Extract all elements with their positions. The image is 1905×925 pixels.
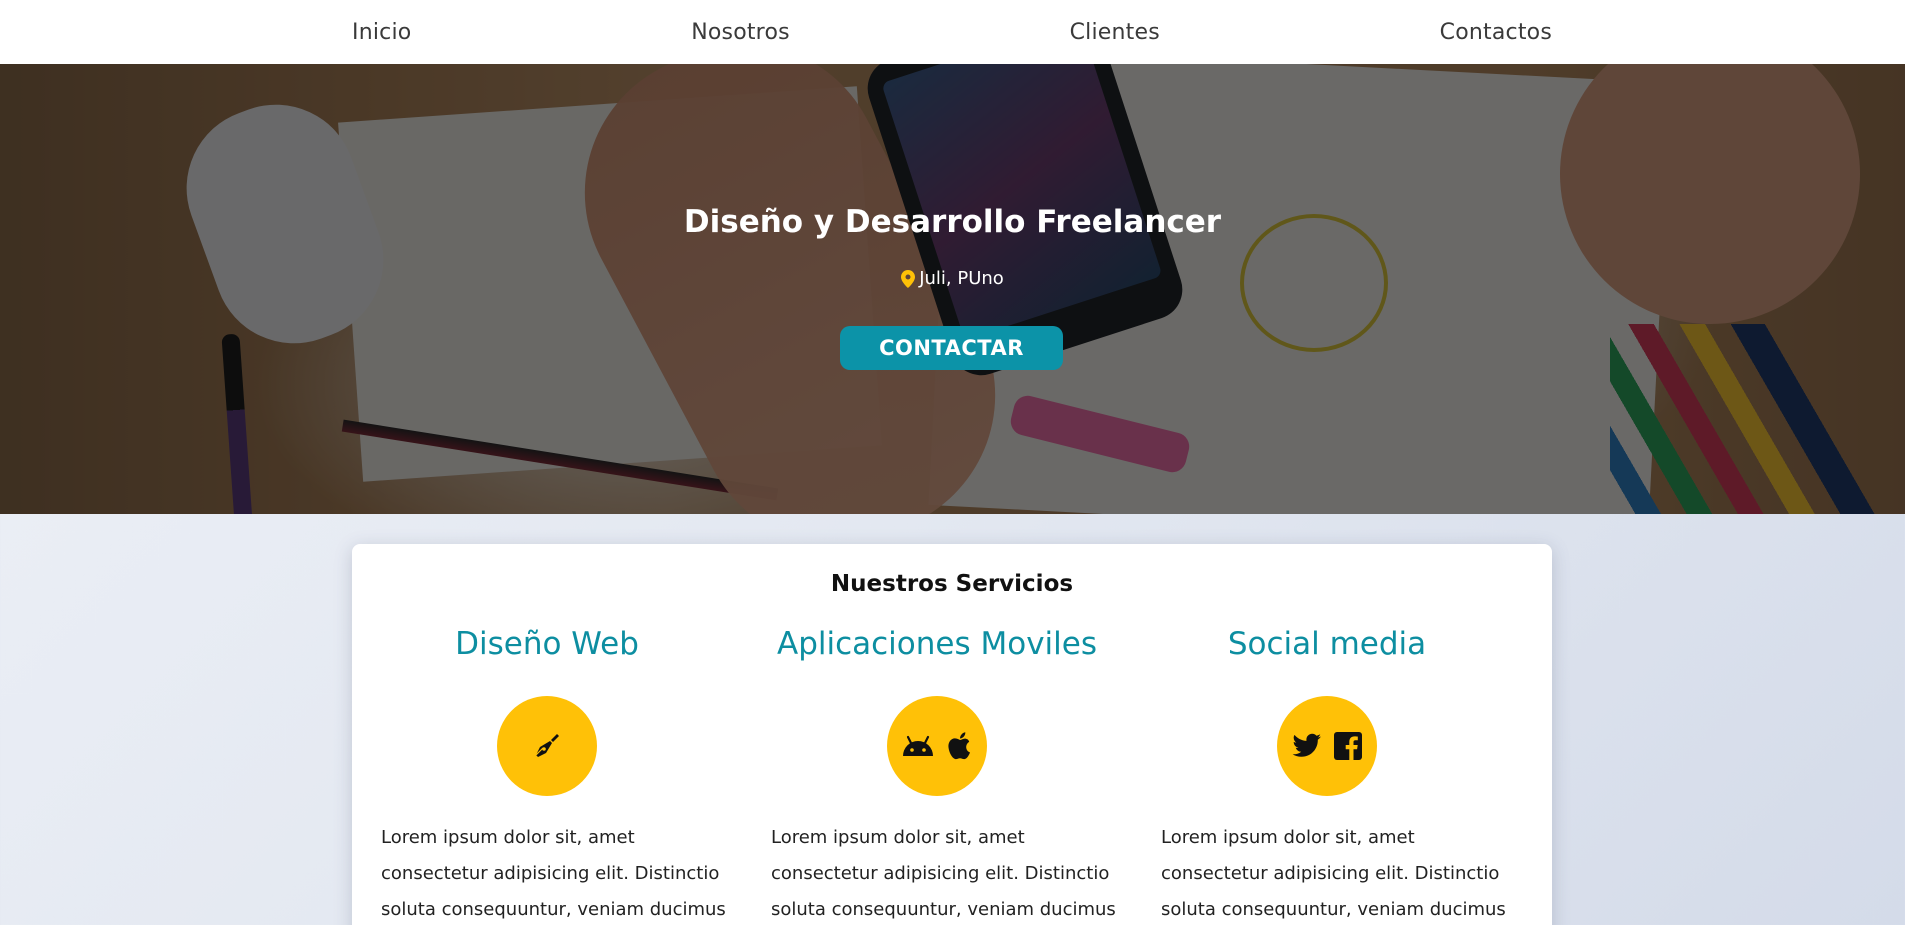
service-description: Lorem ipsum dolor sit, amet consectetur … <box>771 827 1116 920</box>
hero-section: Diseño y Desarrollo Freelancer Juli, PUn… <box>0 64 1905 514</box>
service-icon-circle <box>497 696 597 796</box>
services-card: Nuestros Servicios Diseño Web Lorem ipsu… <box>352 544 1552 925</box>
service-social-media: Social media Lorem ipsum dolor sit, amet… <box>1132 624 1522 925</box>
service-icon-circle <box>887 696 987 796</box>
service-description: Lorem ipsum dolor sit, amet consectetur … <box>1161 827 1506 920</box>
service-heading: Social media <box>1227 626 1427 662</box>
hero-title: Diseño y Desarrollo Freelancer <box>683 204 1222 240</box>
top-navbar: Inicio Nosotros Clientes Contactos <box>0 0 1905 65</box>
service-web-design: Diseño Web Lorem ipsum dolor sit, amet c… <box>352 624 742 925</box>
nav-link-inicio[interactable]: Inicio <box>352 20 411 45</box>
service-mobile-apps: Aplicaciones Moviles Lorem ipsum dolor s… <box>742 624 1132 925</box>
hero-content: Diseño y Desarrollo Freelancer Juli, PUn… <box>0 64 1905 514</box>
contact-button[interactable]: CONTACTAR <box>840 326 1063 370</box>
facebook-icon <box>1334 732 1362 760</box>
service-heading: Aplicaciones Moviles <box>776 626 1097 662</box>
nav-link-clientes[interactable]: Clientes <box>1070 20 1160 45</box>
nav-links: Inicio Nosotros Clientes Contactos <box>352 0 1552 64</box>
nav-link-contactos[interactable]: Contactos <box>1440 20 1552 45</box>
hero-location: Juli, PUno <box>0 268 1905 289</box>
apple-icon <box>947 731 973 761</box>
service-heading: Diseño Web <box>455 626 639 662</box>
android-icon <box>901 734 935 758</box>
hero-location-text: Juli, PUno <box>919 268 1004 289</box>
service-icon-circle <box>1277 696 1377 796</box>
service-description: Lorem ipsum dolor sit, amet consectetur … <box>381 827 726 920</box>
nav-link-nosotros[interactable]: Nosotros <box>691 20 790 45</box>
services-title: Nuestros Servicios <box>830 571 1074 597</box>
pen-nib-icon <box>531 730 563 762</box>
twitter-icon <box>1292 733 1322 759</box>
map-pin-icon <box>901 269 916 288</box>
